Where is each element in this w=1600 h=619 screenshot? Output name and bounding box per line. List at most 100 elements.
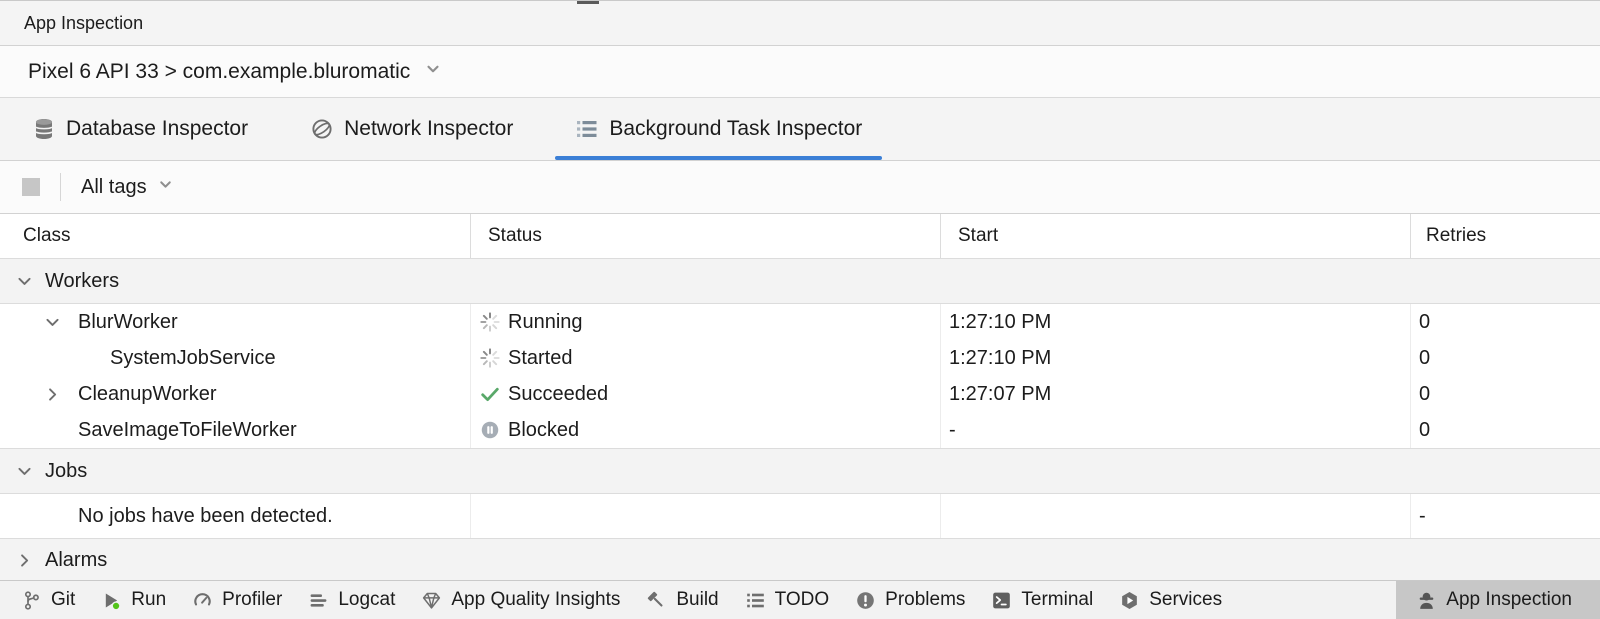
device-process-label: Pixel 6 API 33 > com.example.bluromatic xyxy=(28,60,410,84)
status-bar-item-label: App Quality Insights xyxy=(451,589,620,611)
chevron-down-icon xyxy=(157,176,174,193)
succeeded-check-icon xyxy=(479,383,501,405)
blocked-paused-icon xyxy=(479,419,501,441)
status-bar-item-profiler[interactable]: Profiler xyxy=(179,581,295,619)
app-inspection-icon xyxy=(1416,590,1437,611)
class-name: No jobs have been detected. xyxy=(78,505,333,528)
class-name: BlurWorker xyxy=(78,311,178,334)
cell-retries: 0 xyxy=(1410,304,1600,340)
status-bar-item-label: Profiler xyxy=(222,589,282,611)
chevron-right-icon xyxy=(44,386,61,403)
tab-label: Background Task Inspector xyxy=(609,117,862,141)
column-header-label: Retries xyxy=(1426,225,1486,247)
cell-retries: 0 xyxy=(1410,376,1600,412)
status-label: Succeeded xyxy=(508,383,608,406)
table-row[interactable]: CleanupWorker Succeeded 1:27:07 PM 0 xyxy=(0,376,1600,412)
section-name: Alarms xyxy=(45,549,107,572)
git-branch-icon xyxy=(21,590,42,611)
cell-class: SaveImageToFileWorker xyxy=(0,412,470,448)
cell-status: Running xyxy=(470,304,940,340)
retries-count: 0 xyxy=(1419,347,1430,370)
cell-status: Blocked xyxy=(470,412,940,448)
table-row[interactable]: SaveImageToFileWorker Blocked - 0 xyxy=(0,412,1600,448)
tab-network-inspector[interactable]: Network Inspector xyxy=(286,98,537,160)
chevron-down-icon xyxy=(16,273,33,290)
class-name: CleanupWorker xyxy=(78,383,217,406)
section-header-alarms[interactable]: Alarms xyxy=(0,538,1600,580)
tab-database-inspector[interactable]: Database Inspector xyxy=(8,98,272,160)
status-bar-item-label: Build xyxy=(676,589,718,611)
section-header-workers[interactable]: Workers xyxy=(0,259,1600,304)
cell-start: 1:27:07 PM xyxy=(940,376,1410,412)
problems-icon xyxy=(855,590,876,611)
cell-start: 1:27:10 PM xyxy=(940,340,1410,376)
chevron-right-icon[interactable] xyxy=(44,386,78,403)
task-table-body: WorkersBlurWorker Running1:27:10 PM0Syst… xyxy=(0,259,1600,580)
section-header-jobs[interactable]: Jobs xyxy=(0,448,1600,494)
device-process-selector[interactable]: Pixel 6 API 33 > com.example.bluromatic xyxy=(0,46,1600,98)
start-time: - xyxy=(949,419,956,442)
status-bar-item-label: App Inspection xyxy=(1446,589,1572,611)
running-spinner-icon xyxy=(479,311,501,333)
stop-inspection-icon[interactable] xyxy=(22,178,40,196)
chevron-down-icon[interactable] xyxy=(44,314,78,331)
section-name: Workers xyxy=(45,270,119,293)
table-row[interactable]: BlurWorker Running 1:27:10 PM 0 xyxy=(0,304,1600,340)
ide-status-bar: Git Run Profiler Logcat App Quality Insights… xyxy=(0,580,1600,619)
status-bar-item-todo[interactable]: TODO xyxy=(732,581,843,619)
table-header: ClassStatusStartRetries xyxy=(0,214,1600,259)
app-inspection-tool-window: App Inspection Pixel 6 API 33 > com.exam… xyxy=(0,0,1600,619)
tab-label: Network Inspector xyxy=(344,117,513,141)
status-bar-item-app-quality-insights[interactable]: App Quality Insights xyxy=(408,581,633,619)
status-bar-item-label: Git xyxy=(51,589,75,611)
all-tags-label: All tags xyxy=(81,176,147,199)
start-time: 1:27:07 PM xyxy=(949,383,1051,406)
table-row[interactable]: SystemJobService Started1:27:10 PM 0 xyxy=(0,340,1600,376)
retries-count: 0 xyxy=(1419,383,1430,406)
cell-start: - xyxy=(940,412,1410,448)
database-icon xyxy=(32,117,56,141)
chevron-down-icon xyxy=(157,176,174,199)
start-time: 1:27:10 PM xyxy=(949,311,1051,334)
status-bar-item-label: Logcat xyxy=(338,589,395,611)
status-bar-item-git[interactable]: Git xyxy=(8,581,88,619)
status-bar-item-services[interactable]: Services xyxy=(1106,581,1235,619)
cell-class: No jobs have been detected. xyxy=(0,494,470,538)
toolbar-divider xyxy=(60,173,61,201)
status-bar-item-terminal[interactable]: Terminal xyxy=(978,581,1106,619)
status-bar-item-label: Terminal xyxy=(1021,589,1093,611)
cell-start xyxy=(940,494,1410,538)
column-header-start: Start xyxy=(940,214,1410,258)
section-name: Jobs xyxy=(45,460,87,483)
status-bar-item-label: Problems xyxy=(885,589,965,611)
diamond-icon xyxy=(421,590,442,611)
task-list-icon xyxy=(575,117,599,141)
cell-status: Succeeded xyxy=(470,376,940,412)
status-label: Blocked xyxy=(508,419,579,442)
cell-retries: 0 xyxy=(1410,412,1600,448)
status-label: Running xyxy=(508,311,583,334)
cell-class: CleanupWorker xyxy=(0,376,470,412)
inspector-toolbar: All tags xyxy=(0,161,1600,214)
status-bar-item-run[interactable]: Run xyxy=(88,581,179,619)
chevron-right-icon xyxy=(16,552,33,569)
status-bar-item-problems[interactable]: Problems xyxy=(842,581,978,619)
class-name: SystemJobService xyxy=(110,347,276,370)
status-bar-item-app-inspection[interactable]: App Inspection xyxy=(1396,581,1600,619)
globe-icon xyxy=(310,117,334,141)
chevron-down-icon xyxy=(16,463,33,480)
column-header-retries: Retries xyxy=(1410,214,1600,258)
run-icon xyxy=(101,590,122,611)
services-icon xyxy=(1119,590,1140,611)
status-bar-item-label: Services xyxy=(1149,589,1222,611)
cell-retries: - xyxy=(1410,494,1600,538)
table-row[interactable]: No jobs have been detected. - xyxy=(0,494,1600,538)
window-resize-notch xyxy=(577,1,599,4)
cell-status: Started xyxy=(470,340,940,376)
column-header-label: Class xyxy=(23,225,71,247)
status-bar-item-logcat[interactable]: Logcat xyxy=(295,581,408,619)
inspector-tabs: Database Inspector Network Inspector Backg… xyxy=(0,98,1600,161)
all-tags-dropdown[interactable]: All tags xyxy=(81,176,174,199)
tab-background-task-inspector[interactable]: Background Task Inspector xyxy=(551,98,886,160)
status-bar-item-build[interactable]: Build xyxy=(633,581,731,619)
